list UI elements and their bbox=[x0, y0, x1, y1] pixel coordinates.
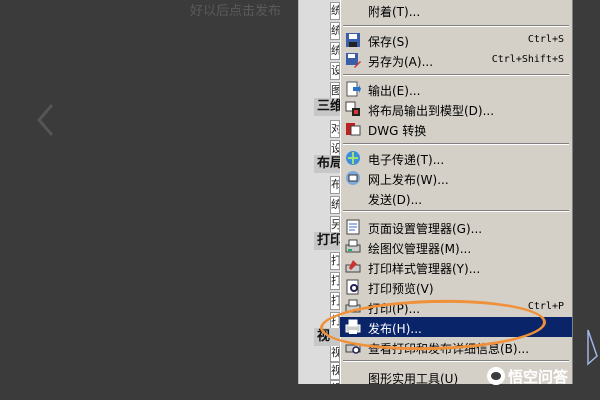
menu-item-label: 页面设置管理器(G)... bbox=[368, 222, 483, 236]
menu-item-label: 绘图仪管理器(M)... bbox=[368, 242, 472, 256]
cad-panel-row[interactable]: 统 bbox=[330, 2, 340, 20]
cad-panel-group-label: 三维 bbox=[314, 98, 343, 116]
menu-item-shortcut: Ctrl+Shift+S bbox=[491, 54, 564, 65]
menu-item[interactable]: 保存(S) Ctrl+S bbox=[340, 30, 572, 50]
menu-item-label: 打印样式管理器(Y)... bbox=[368, 262, 481, 276]
cad-panel-group-label: 打印 bbox=[314, 232, 343, 250]
menu-item-label: 网上发布(W)... bbox=[368, 173, 449, 187]
web-publish-icon bbox=[346, 171, 360, 185]
dimmed-background: 好以后点击发布 bbox=[0, 0, 298, 400]
cad-panel-row[interactable]: 统 bbox=[330, 196, 340, 214]
menu-item[interactable]: 网上发布(W)... bbox=[340, 168, 572, 188]
menu-separator bbox=[343, 143, 569, 145]
export-icon bbox=[346, 81, 361, 97]
menu-item-label: 打印预览(V) bbox=[368, 282, 434, 296]
plot-style-icon bbox=[345, 260, 361, 273]
chevron-left-icon[interactable] bbox=[36, 103, 56, 137]
save-icon bbox=[346, 33, 360, 47]
cad-panel-row[interactable]: 打 bbox=[330, 252, 340, 270]
menu-item[interactable]: 页面设置管理器(G)... bbox=[340, 217, 572, 237]
dwg-convert-icon bbox=[346, 123, 361, 136]
menu-item[interactable]: 另存为(A)... Ctrl+Shift+S bbox=[340, 50, 572, 70]
cad-panel-row[interactable]: 打 bbox=[330, 292, 340, 310]
cad-panel-row[interactable]: 打 bbox=[330, 272, 340, 290]
cad-panel-row[interactable]: 视 bbox=[330, 344, 340, 362]
menu-item[interactable]: 电子传递(T)... bbox=[340, 148, 572, 168]
menu-item-label: 电子传递(T)... bbox=[368, 153, 445, 167]
menu-separator bbox=[343, 25, 569, 27]
cad-panel-row[interactable]: 设 bbox=[330, 62, 340, 80]
menu-item[interactable]: DWG 转换 bbox=[340, 119, 572, 139]
menu-item[interactable]: 打印样式管理器(Y)... bbox=[340, 257, 572, 277]
cad-panel-row[interactable]: 统 bbox=[330, 22, 340, 40]
cad-panel-row[interactable]: 布 bbox=[330, 176, 340, 194]
cad-panel-row[interactable]: 视 bbox=[330, 362, 340, 380]
cad-panel-row[interactable]: 统 bbox=[330, 42, 340, 60]
plotter-manager-icon bbox=[345, 239, 361, 253]
menu-item-shortcut: Ctrl+S bbox=[527, 34, 564, 45]
menu-item[interactable]: 将布局输出到模型(D)... bbox=[340, 99, 572, 119]
page-setup-icon bbox=[346, 219, 360, 235]
wukong-logo-icon bbox=[487, 367, 505, 385]
menu-item-label: 将布局输出到模型(D)... bbox=[368, 104, 495, 118]
menu-item[interactable]: 输出(E)... bbox=[340, 79, 572, 99]
menu-item-label: 附着(T)... bbox=[368, 5, 421, 19]
menu-item[interactable]: 附着(T)... bbox=[340, 0, 572, 20]
mouse-cursor-icon bbox=[587, 329, 598, 366]
menu-item-label: 发送(D)... bbox=[368, 193, 423, 207]
etransmit-icon bbox=[346, 151, 360, 165]
cad-panel-group-label: 布局 bbox=[314, 155, 343, 173]
menu-item[interactable]: 绘图仪管理器(M)... bbox=[340, 237, 572, 257]
menu-item-label: 输出(E)... bbox=[368, 84, 421, 98]
menu-item-label: 另存为(A)... bbox=[368, 55, 434, 69]
watermark: 悟空问答 bbox=[487, 366, 568, 387]
watermark-text: 悟空问答 bbox=[508, 368, 569, 386]
menu-item-label: 保存(S) bbox=[368, 35, 409, 49]
save-as-icon bbox=[346, 53, 361, 68]
menu-separator bbox=[343, 210, 569, 212]
background-caption: 好以后点击发布 bbox=[190, 4, 282, 19]
menu-item-label: DWG 转换 bbox=[368, 124, 427, 138]
menu-separator bbox=[343, 360, 569, 362]
menu-item[interactable]: 打印预览(V) bbox=[340, 277, 572, 297]
plot-preview-icon bbox=[346, 279, 359, 295]
menu-item[interactable]: 发送(D)... bbox=[340, 188, 572, 208]
cad-panel-row[interactable]: 对 bbox=[330, 120, 340, 138]
layout-to-model-icon bbox=[345, 101, 360, 116]
menu-separator bbox=[343, 74, 569, 76]
